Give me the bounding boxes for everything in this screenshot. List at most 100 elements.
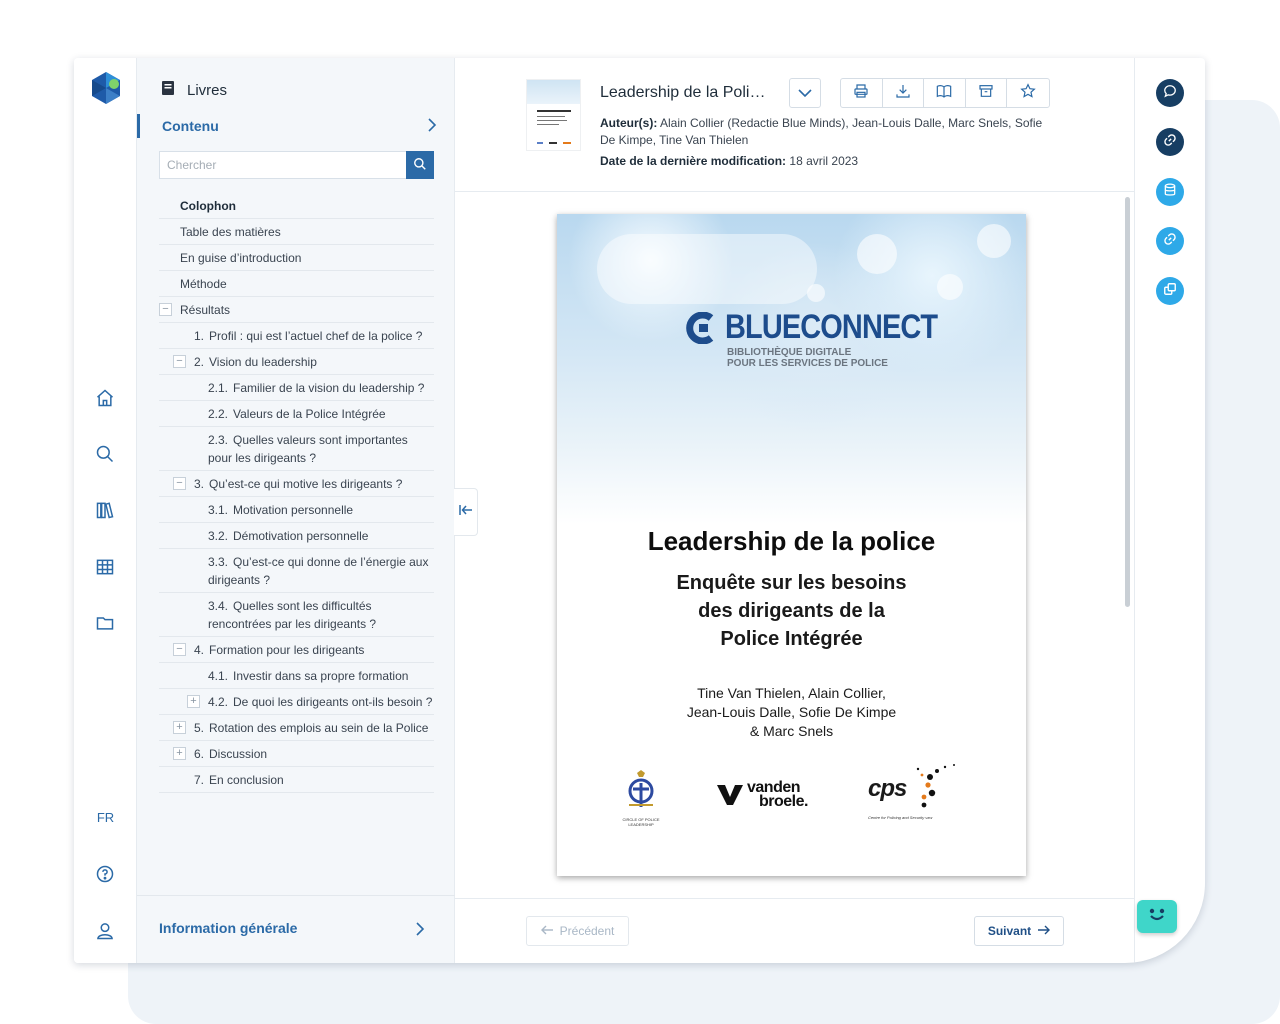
document-page: BLUECONNECT BIBLIOTHÈQUE DIGITALE POUR L… [557, 214, 1026, 876]
toc-item[interactable]: −4. Formation pour les dirigeants [159, 637, 434, 663]
expand-icon[interactable]: + [173, 747, 186, 760]
arrow-right-icon [1037, 924, 1051, 938]
toc-item-text: 3.4. Quelles sont les difficultés rencont… [208, 599, 376, 631]
toc-item[interactable]: 3.3. Qu’est-ce qui donne de l’énergie aux… [159, 549, 434, 593]
toc-item-text: 2.3. Quelles valeurs sont importantes pou… [208, 433, 408, 465]
related-links-button[interactable] [1156, 227, 1184, 255]
toc-item-text: 2. Vision du leadership [194, 355, 317, 369]
toc-item-number: 3.3. [208, 554, 229, 569]
general-info-link[interactable]: Information générale [137, 895, 455, 963]
collapse-icon[interactable]: − [173, 355, 186, 368]
grid-icon[interactable] [93, 555, 117, 579]
database-button[interactable] [1156, 178, 1184, 206]
app-logo[interactable] [88, 70, 124, 106]
toc-item[interactable]: 3.4. Quelles sont les difficultés rencont… [159, 593, 434, 637]
toc-item-label: En guise d’introduction [180, 250, 302, 265]
toc-item[interactable]: − Résultats [159, 297, 434, 323]
home-icon[interactable] [93, 386, 117, 410]
toc-item-number: 5. [194, 720, 205, 735]
toc-item-label: Valeurs de la Police Intégrée [233, 406, 386, 421]
collapse-icon[interactable]: − [159, 303, 172, 316]
links-button[interactable] [1156, 128, 1184, 156]
toc-search [159, 151, 434, 179]
tab-contents[interactable]: Contenu [137, 114, 437, 138]
toc-item-text: 2.1. Familier de la vision du leadership … [208, 381, 424, 395]
next-button[interactable]: Suivant [974, 916, 1064, 946]
toc-item[interactable]: 2.2. Valeurs de la Police Intégrée [159, 401, 434, 427]
toc-item[interactable]: +6. Discussion [159, 741, 434, 767]
search-icon[interactable] [93, 442, 117, 466]
comment-icon [1163, 84, 1177, 103]
copy-button[interactable] [1156, 277, 1184, 305]
toc-item-label: Vision du leadership [209, 354, 317, 369]
previous-button[interactable]: Précédent [526, 916, 629, 946]
left-rail: FR [74, 58, 137, 963]
toc-item[interactable]: 7. En conclusion [159, 767, 434, 793]
toc-item-label: Méthode [180, 276, 227, 291]
toc-item[interactable]: −3. Qu’est-ce qui motive les dirigeants ? [159, 471, 434, 497]
toc-item[interactable]: 2.1. Familier de la vision du leadership … [159, 375, 434, 401]
toc-item-label: De quoi les dirigeants ont-ils besoin ? [233, 694, 433, 709]
toc-item-number: 2. [194, 354, 205, 369]
toc-item-number: 4.1. [208, 668, 229, 683]
help-icon[interactable] [93, 862, 117, 886]
print-button[interactable] [841, 79, 883, 107]
books-icon[interactable] [93, 498, 117, 522]
download-button[interactable] [883, 79, 924, 107]
blueconnect-logo: BLUECONNECT [683, 308, 975, 347]
copy-icon [1163, 282, 1177, 301]
toc-item[interactable]: +4.2. De quoi les dirigeants ont-ils beso… [159, 689, 434, 715]
collapse-icon[interactable]: − [173, 477, 186, 490]
document-menu-dropdown[interactable] [789, 78, 821, 108]
toc-item-number: 4.2. [208, 694, 229, 709]
toc-item-text: 2.2. Valeurs de la Police Intégrée [208, 407, 386, 421]
toc-item[interactable]: 3.2. Démotivation personnelle [159, 523, 434, 549]
user-icon[interactable] [93, 919, 117, 943]
database-icon [1163, 183, 1177, 202]
collapse-sidebar-button[interactable] [454, 488, 478, 536]
comments-button[interactable] [1156, 79, 1184, 107]
contents-sidebar: Livres Contenu Colophon Table des matière… [137, 58, 455, 963]
toc-item-number: 7. [194, 772, 205, 787]
viewer-scrollbar[interactable] [1125, 197, 1130, 607]
date-row: Date de la dernière modification: 18 avr… [600, 153, 1050, 170]
expand-icon[interactable]: + [187, 695, 200, 708]
toc-item-label: Familier de la vision du leadership ? [233, 380, 425, 395]
toc-search-input[interactable] [159, 151, 406, 179]
collapse-icon[interactable]: − [173, 643, 186, 656]
chatbot-button[interactable] [1137, 900, 1177, 933]
toc-item[interactable]: 1. Profil : qui est l’actuel chef de la p… [159, 323, 434, 349]
favorite-button[interactable] [1007, 79, 1049, 107]
toc-item-label: Profil : qui est l’actuel chef de la pol… [209, 328, 423, 343]
toc-item-number: 3.1. [208, 502, 229, 517]
toc-item-text: 5. Rotation des emplois au sein de la Pol… [194, 721, 428, 735]
toc-item[interactable]: En guise d’introduction [159, 245, 434, 271]
toc-item-number: 3.4. [208, 598, 229, 613]
toc-item-text: Table des matières [180, 225, 281, 239]
reader-main: Leadership de la Poli… Auteur(s): Alain … [455, 58, 1134, 963]
archive-button[interactable] [966, 79, 1007, 107]
authors-row: Auteur(s): Alain Collier (Redactie Blue … [600, 115, 1050, 149]
toc-item[interactable]: 4.1. Investir dans sa propre formation [159, 663, 434, 689]
brand-subtitle: BIBLIOTHÈQUE DIGITALE POUR LES SERVICES … [727, 347, 888, 369]
toc-item[interactable]: 2.3. Quelles valeurs sont importantes pou… [159, 427, 434, 471]
document-thumbnail [526, 79, 581, 151]
folder-icon[interactable] [93, 611, 117, 635]
right-rail [1134, 58, 1204, 963]
toc-item[interactable]: +5. Rotation des emplois au sein de la Po… [159, 715, 434, 741]
book-open-icon [935, 83, 953, 104]
expand-icon[interactable]: + [173, 721, 186, 734]
toc-search-button[interactable] [406, 151, 434, 179]
document-viewer[interactable]: BLUECONNECT BIBLIOTHÈQUE DIGITALE POUR L… [455, 193, 1134, 898]
chevron-down-icon [798, 86, 812, 101]
toc-item[interactable]: Méthode [159, 271, 434, 297]
sidebar-title: Livres [187, 81, 228, 99]
toc-item[interactable]: −2. Vision du leadership [159, 349, 434, 375]
tab-contents-label: Contenu [162, 118, 219, 134]
next-label: Suivant [987, 924, 1032, 938]
language-switch[interactable]: FR [74, 810, 137, 825]
toc-item[interactable]: Colophon [159, 193, 434, 219]
read-mode-button[interactable] [924, 79, 966, 107]
toc-item[interactable]: Table des matières [159, 219, 434, 245]
toc-item[interactable]: 3.1. Motivation personnelle [159, 497, 434, 523]
